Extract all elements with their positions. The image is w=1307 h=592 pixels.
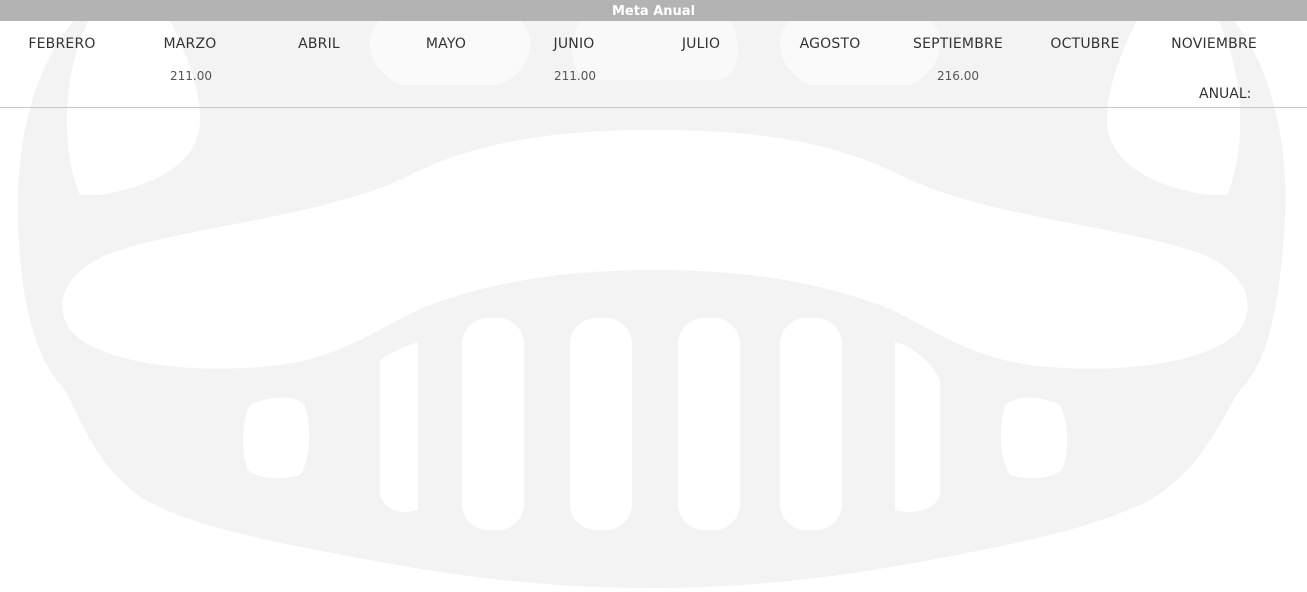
month-label-mayo: MAYO: [425, 36, 467, 52]
annual-label: ANUAL:: [1199, 86, 1252, 102]
values-row: 211.00 211.00 216.00: [0, 69, 1307, 87]
month-label-septiembre: SEPTIEMBRE: [913, 36, 1003, 52]
month-label-noviembre: NOVIEMBRE: [1171, 36, 1257, 52]
header-title: Meta Anual: [611, 4, 696, 19]
month-label-julio: JULIO: [681, 36, 721, 52]
month-label-octubre: OCTUBRE: [1050, 36, 1120, 52]
month-label-junio: JUNIO: [553, 36, 595, 52]
divider: [0, 107, 1307, 108]
months-row: FEBRERO MARZO ABRIL MAYO JUNIO JULIO AGO…: [0, 36, 1307, 58]
month-value-marzo: 211.00: [170, 69, 212, 83]
month-label-febrero: FEBRERO: [28, 36, 96, 52]
header-bar: Meta Anual: [0, 0, 1307, 21]
month-value-septiembre: 216.00: [937, 69, 979, 83]
month-label-marzo: MARZO: [163, 36, 217, 52]
grille-logo-icon: [17, 0, 1286, 588]
month-label-abril: ABRIL: [298, 36, 340, 52]
page: Meta Anual FEBRERO MARZO ABRIL MAYO JUNI…: [0, 0, 1307, 592]
month-value-junio: 211.00: [554, 69, 596, 83]
month-label-agosto: AGOSTO: [799, 36, 861, 52]
